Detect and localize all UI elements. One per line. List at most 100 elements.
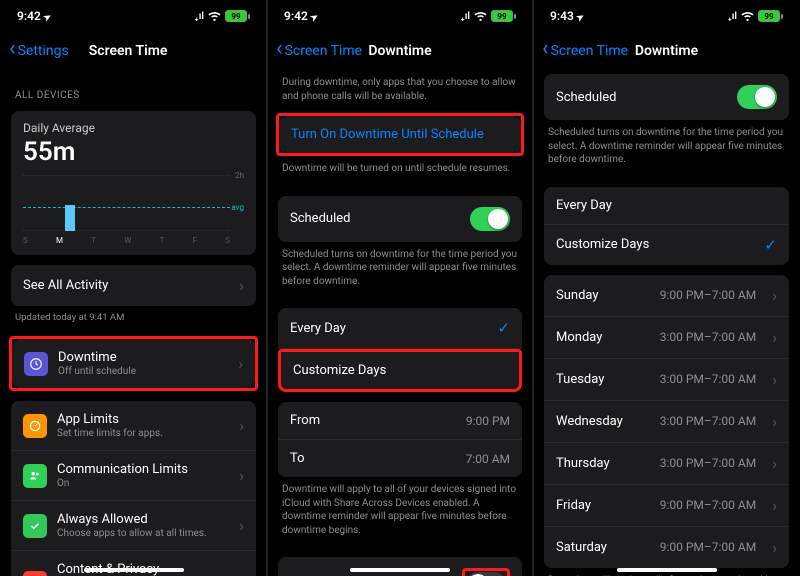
customize-days-label: Customize Days — [293, 363, 386, 378]
wifi-icon — [741, 11, 754, 21]
home-indicator[interactable] — [617, 568, 717, 572]
day-range: 9:00 PM–7:00 AM — [660, 498, 756, 512]
every-day-label: Every Day — [290, 321, 346, 336]
app-limits-row[interactable]: App LimitsSet time limits for apps. — [11, 401, 256, 451]
see-all-activity-row[interactable]: See All Activity — [11, 265, 256, 306]
downtime-row[interactable]: DowntimeOff until schedule — [12, 339, 255, 388]
every-day-row[interactable]: Every Day — [544, 187, 789, 225]
from-value: 9:00 PM — [466, 414, 510, 428]
turn-on-desc: Downtime will be turned on until schedul… — [268, 156, 532, 186]
day-name: Sunday — [556, 288, 599, 303]
signal-icon: ₊ıl — [195, 11, 204, 22]
chevron-right-icon — [239, 516, 244, 535]
day-row-wednesday[interactable]: Wednesday3:00 PM–7:00 AM — [544, 401, 789, 443]
chevron-right-icon — [239, 276, 244, 295]
daily-average-value: 55m — [23, 137, 244, 167]
chevron-right-icon — [239, 466, 244, 485]
wifi-icon — [474, 11, 487, 21]
communication-limits-icon — [23, 464, 47, 488]
battery-icon: 99 — [491, 10, 516, 22]
day-row-thursday[interactable]: Thursday 3:00 PM–7:00 AM — [544, 443, 789, 485]
downtime-icon — [24, 352, 48, 376]
chevron-right-icon — [772, 286, 777, 305]
scheduled-toggle[interactable] — [737, 85, 777, 109]
usage-card[interactable]: Daily Average 55m 2h avg SMTWTFS — [11, 111, 256, 255]
day-row-friday[interactable]: Friday 9:00 PM–7:00 AM — [544, 485, 789, 527]
chevron-right-icon — [238, 354, 243, 373]
always-allowed-icon — [23, 514, 47, 538]
day-row-monday[interactable]: Monday3:00 PM–7:00 AM — [544, 317, 789, 359]
downtime-screen: 9:42 ₊ıl 99 Screen Time Downtime During … — [267, 0, 533, 576]
day-range: 9:00 PM–7:00 AM — [660, 288, 756, 302]
block-toggle[interactable] — [466, 572, 506, 576]
chevron-right-icon — [772, 328, 777, 347]
block-at-downtime-row[interactable]: Block at Downtime — [278, 557, 522, 576]
axis-label-avg: avg — [231, 203, 244, 212]
to-value: 7:00 AM — [466, 452, 510, 466]
chevron-right-icon — [772, 370, 777, 389]
chevron-right-icon — [239, 416, 244, 435]
from-label: From — [290, 413, 320, 428]
screen-time-screen: 9:42 ₊ıl 99 Settings Screen Time ALL DEV… — [1, 0, 267, 576]
scheduled-label: Scheduled — [290, 211, 350, 226]
battery-icon: 99 — [225, 10, 250, 22]
day-range: 9:00 PM–7:00 AM — [660, 540, 756, 554]
downtime-customize-screen: 9:43 ₊ıl 99 Screen Time Downtime Schedul… — [533, 0, 799, 576]
every-day-row[interactable]: Every Day — [278, 308, 522, 349]
battery-icon: 99 — [758, 10, 783, 22]
from-row[interactable]: From 9:00 PM — [278, 402, 522, 440]
content-privacy-row[interactable]: Content & Privacy RestrictionsBlock inap… — [11, 551, 256, 576]
chevron-left-icon — [9, 43, 16, 59]
intro-text: During downtime, only apps that you choo… — [268, 70, 532, 113]
location-icon — [577, 9, 585, 23]
status-bar: 9:42 ₊ıl 99 — [1, 0, 266, 32]
home-indicator[interactable] — [350, 568, 450, 572]
day-name: Friday — [556, 498, 591, 513]
to-label: To — [290, 451, 305, 466]
bar-monday — [65, 205, 75, 231]
day-range: 3:00 PM–7:00 AM — [660, 414, 756, 428]
day-row-sunday[interactable]: Sunday 9:00 PM–7:00 AM — [544, 275, 789, 317]
chevron-right-icon — [772, 538, 777, 557]
day-name: Saturday — [556, 540, 607, 555]
time-desc: Downtime will apply to all of your devic… — [268, 477, 532, 547]
customize-days-label: Customize Days — [556, 237, 649, 252]
wifi-icon — [208, 11, 221, 21]
day-name: Thursday — [556, 456, 610, 471]
always-allowed-row[interactable]: Always AllowedChoose apps to allow at al… — [11, 501, 256, 551]
nav-bar: Screen Time Downtime — [534, 32, 799, 70]
turn-on-label: Turn On Downtime Until Schedule — [291, 127, 484, 142]
nav-bar: Screen Time Downtime — [268, 32, 532, 70]
scheduled-desc: Scheduled turns on downtime for the time… — [534, 120, 799, 177]
nav-bar: Settings Screen Time — [1, 32, 266, 70]
turn-on-downtime-row[interactable]: Turn On Downtime Until Schedule — [279, 116, 521, 153]
content-privacy-icon — [23, 571, 47, 576]
back-button[interactable]: Settings — [9, 43, 69, 59]
checkmark-icon — [497, 319, 510, 337]
scheduled-row[interactable]: Scheduled — [278, 196, 522, 242]
app-limits-icon — [23, 414, 47, 438]
status-time: 9:43 — [550, 9, 574, 23]
day-name: Tuesday — [556, 372, 604, 387]
scheduled-row[interactable]: Scheduled — [544, 74, 789, 120]
status-time: 9:42 — [284, 9, 308, 23]
signal-icon: ₊ıl — [728, 11, 737, 22]
section-header-devices: ALL DEVICES — [1, 70, 266, 107]
see-all-label: See All Activity — [23, 278, 229, 293]
day-row-tuesday[interactable]: Tuesday3:00 PM–7:00 AM — [544, 359, 789, 401]
customize-days-row[interactable]: Customize Days — [278, 349, 522, 392]
day-name: Monday — [556, 330, 602, 345]
scheduled-toggle[interactable] — [470, 207, 510, 231]
customize-days-row[interactable]: Customize Days — [544, 225, 789, 265]
daily-average-label: Daily Average — [23, 121, 244, 135]
communication-limits-row[interactable]: Communication LimitsOn — [11, 451, 256, 501]
day-range: 3:00 PM–7:00 AM — [660, 456, 756, 470]
home-indicator[interactable] — [84, 568, 184, 572]
scheduled-label: Scheduled — [556, 90, 616, 105]
day-row-saturday[interactable]: Saturday 9:00 PM–7:00 AM — [544, 527, 789, 568]
to-row[interactable]: To 7:00 AM — [278, 440, 522, 477]
day-axis: SMTWTFS — [23, 236, 230, 245]
page-title: Downtime — [534, 43, 799, 59]
signal-icon: ₊ıl — [461, 11, 470, 22]
every-day-label: Every Day — [556, 198, 612, 213]
